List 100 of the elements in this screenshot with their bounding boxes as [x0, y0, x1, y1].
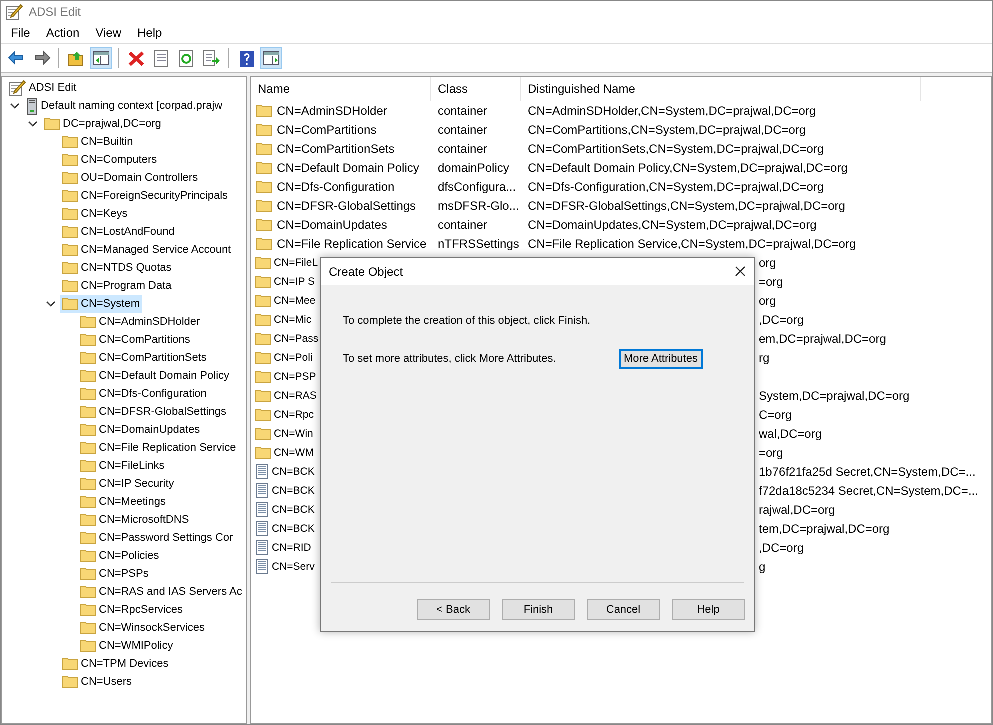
dialog-button[interactable]: Cancel: [587, 599, 660, 620]
tree-item[interactable]: CN=MicrosoftDNS: [78, 511, 192, 529]
dialog-button[interactable]: Finish: [502, 599, 575, 620]
toolbar-button[interactable]: [260, 47, 282, 69]
dn-cell: tem,DC=prajwal,DC=org: [759, 522, 890, 536]
name-cell: CN=ComPartitions: [277, 122, 377, 136]
export-icon: [202, 48, 220, 68]
name-cell: CN=BCK: [272, 466, 315, 478]
folder-icon: [256, 218, 272, 232]
folder-icon: [256, 104, 272, 118]
dn-cell: org: [759, 294, 776, 308]
class-cell-text: container: [437, 122, 488, 136]
dn-cell: f72da18c5234 Secret,CN=System,DC=...: [759, 484, 978, 498]
class-cell-text: domainPolicy: [437, 160, 510, 174]
dn-cell: System,DC=prajwal,DC=org: [759, 388, 910, 402]
folder-icon: [255, 332, 271, 346]
tree-item[interactable]: CN=Computers: [60, 151, 160, 169]
tree-item[interactable]: DC=prajwal,DC=org: [42, 115, 164, 133]
chevron-icon[interactable]: [28, 121, 38, 128]
folder-icon: [255, 312, 271, 326]
folder-icon: [255, 446, 271, 460]
column-header[interactable]: Distinguished Name: [521, 77, 921, 101]
tree-item[interactable]: CN=Dfs-Configuration: [78, 385, 209, 403]
tree-item[interactable]: CN=Program Data: [60, 277, 174, 295]
tree-item[interactable]: CN=NTDS Quotas: [60, 259, 174, 277]
tree-item[interactable]: CN=Meetings: [78, 493, 168, 511]
folder-icon: [80, 531, 96, 545]
tree-item[interactable]: CN=RAS and IAS Servers Ac: [78, 583, 244, 601]
document-icon: [255, 464, 269, 479]
tree-item[interactable]: CN=IP Security: [78, 475, 176, 493]
class-cell-text: dfsConfigura...: [437, 180, 518, 194]
tree-item[interactable]: CN=System: [60, 295, 142, 313]
folder-icon: [80, 351, 96, 365]
tree-item[interactable]: CN=ComPartitionSets: [78, 349, 209, 367]
toolbar-button[interactable]: [90, 47, 112, 69]
tree-item[interactable]: OU=Domain Controllers: [60, 169, 200, 187]
tree-item[interactable]: CN=LostAndFound: [60, 223, 177, 241]
folder-icon: [80, 315, 96, 329]
tree-item[interactable]: CN=Keys: [60, 205, 130, 223]
tree-item[interactable]: CN=WMIPolicy: [78, 637, 176, 655]
dn-cell: ,DC=org: [759, 312, 804, 326]
tree-item[interactable]: Default naming context [corpad.prajw: [24, 97, 225, 115]
folder-icon: [80, 585, 96, 599]
tree-item[interactable]: CN=PSPs: [78, 565, 151, 583]
dialog-title: Create Object: [329, 264, 404, 278]
tree-item[interactable]: CN=WinsockServices: [78, 619, 208, 637]
chevron-icon[interactable]: [10, 103, 20, 110]
tree-item[interactable]: CN=DomainUpdates: [78, 421, 202, 439]
folder-icon: [62, 657, 78, 671]
tree-item[interactable]: CN=AdminSDHolder: [78, 313, 202, 331]
folder-icon: [80, 567, 96, 581]
tree-item[interactable]: CN=ComPartitions: [78, 331, 192, 349]
chevron-icon[interactable]: [46, 301, 56, 308]
menu-item[interactable]: Help: [132, 24, 168, 42]
dialog-button[interactable]: Help: [672, 599, 745, 620]
folder-icon: [80, 621, 96, 635]
folder-icon: [62, 297, 78, 311]
notepad-pencil-icon: [5, 3, 23, 21]
folder-icon: [62, 135, 78, 149]
dn-cell: =org: [759, 446, 784, 460]
folder-icon: [256, 122, 272, 136]
tree-item[interactable]: CN=Default Domain Policy: [78, 367, 232, 385]
close-icon[interactable]: [735, 266, 746, 277]
tree-item[interactable]: CN=Managed Service Account: [60, 241, 234, 259]
column-header[interactable]: Class: [431, 77, 521, 101]
folder-icon: [62, 225, 78, 239]
tree-item[interactable]: CN=RpcServices: [78, 601, 186, 619]
tree-item[interactable]: CN=Users: [60, 673, 134, 691]
name-cell: CN=Rpc: [274, 408, 314, 420]
more-attributes-button[interactable]: More Attributes: [619, 349, 703, 369]
name-cell: CN=DomainUpdates: [277, 218, 388, 232]
class-cell-text: nTFRSSettings: [437, 236, 520, 250]
tree-item[interactable]: CN=DFSR-GlobalSettings: [78, 403, 228, 421]
tree-item[interactable]: CN=FileLinks: [78, 457, 167, 475]
folder-icon: [80, 387, 96, 401]
tree-item[interactable]: CN=Password Settings Cor: [78, 529, 236, 547]
menu-item[interactable]: Action: [40, 24, 86, 42]
tree-item[interactable]: CN=Policies: [78, 547, 162, 565]
tree-item[interactable]: CN=File Replication Service: [78, 439, 238, 457]
dn-cell-text: CN=DFSR-GlobalSettings,CN=System,DC=prajwal,DC=org: [527, 198, 846, 212]
tree-item[interactable]: CN=TPM Devices: [60, 655, 171, 673]
tree-item[interactable]: CN=Builtin: [60, 133, 136, 151]
name-cell: CN=AdminSDHolder: [277, 104, 388, 118]
dn-cell: ,DC=org: [759, 540, 804, 554]
dn-cell: em,DC=prajwal,DC=org: [759, 332, 886, 346]
column-header[interactable]: Name: [251, 77, 431, 101]
dn-cell: =org: [759, 274, 784, 288]
dn-cell: wal,DC=org: [759, 426, 822, 440]
dn-cell-text: CN=ComPartitions,CN=System,DC=prajwal,DC=org: [527, 122, 806, 136]
name-cell: CN=Mic: [274, 314, 312, 326]
folder-icon: [80, 369, 96, 383]
menu-item[interactable]: File: [5, 24, 36, 42]
menu-item[interactable]: View: [90, 24, 128, 42]
tree-item[interactable]: CN=ForeignSecurityPrincipals: [60, 187, 230, 205]
tree-item[interactable]: ADSI Edit: [6, 79, 79, 97]
folder-icon: [255, 350, 271, 364]
dn-cell-text: CN=AdminSDHolder,CN=System,DC=prajwal,DC=org: [527, 104, 816, 118]
document-icon: [255, 502, 269, 517]
folder-icon: [255, 426, 271, 440]
dialog-button[interactable]: < Back: [417, 599, 490, 620]
